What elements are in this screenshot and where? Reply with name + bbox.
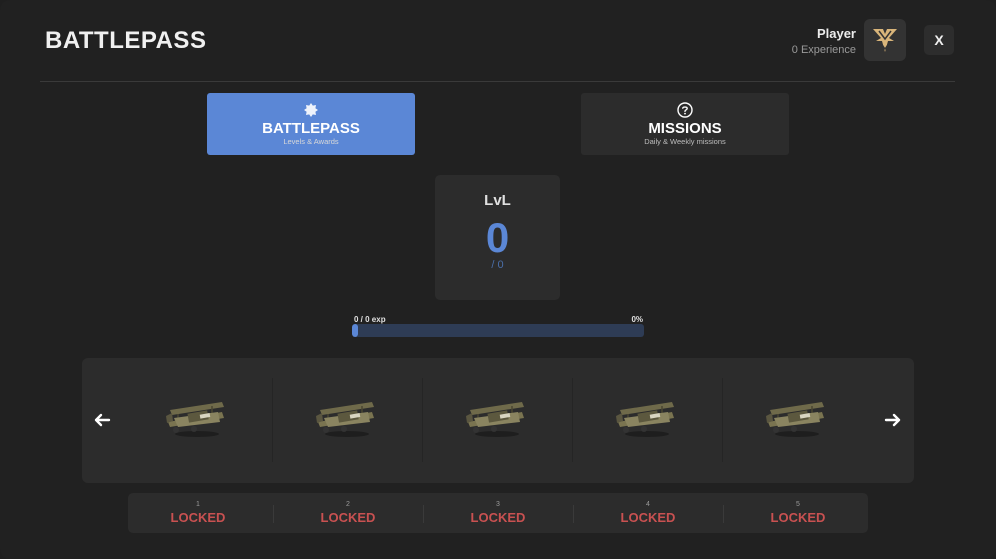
progress-bar [352, 324, 644, 337]
reward-item[interactable] [272, 378, 422, 462]
badge-icon [304, 103, 318, 118]
player-name: Player [816, 26, 856, 41]
reward-item[interactable] [422, 378, 572, 462]
biplane-icon [464, 396, 530, 445]
reward-level-number: 5 [796, 501, 800, 508]
emblem-icon [873, 29, 897, 52]
tab-battlepass-label: BATTLEPASS [262, 119, 360, 137]
question-circle-icon [677, 102, 693, 118]
reward-status: 1 LOCKED [123, 493, 273, 533]
tab-missions-label: MISSIONS [648, 119, 722, 137]
reward-level-number: 4 [646, 501, 650, 508]
progress-bar-fill [352, 324, 358, 337]
reward-level-number: 3 [496, 501, 500, 508]
level-card: LvL 0 / 0 [435, 175, 560, 300]
level-sub: / 0 [491, 259, 504, 271]
close-button[interactable]: X [924, 25, 954, 55]
arrow-left-icon[interactable] [90, 408, 114, 432]
player-info: Player 0 Experience [792, 26, 856, 56]
tab-missions-sub: Daily & Weekly missions [644, 136, 726, 146]
reward-locked-label: LOCKED [620, 510, 676, 525]
reward-status: 4 LOCKED [573, 493, 723, 533]
biplane-icon [164, 396, 230, 445]
page-title: BATTLEPASS [45, 27, 207, 54]
header-divider [40, 81, 955, 82]
biplane-icon [614, 396, 680, 445]
reward-status: 5 LOCKED [723, 493, 873, 533]
arrow-right-icon[interactable] [881, 408, 905, 432]
reward-locked-label: LOCKED [320, 510, 376, 525]
reward-item[interactable] [572, 378, 722, 462]
level-value: 0 [485, 214, 510, 261]
reward-status: 3 LOCKED [423, 493, 573, 533]
reward-level-number: 2 [346, 501, 350, 508]
reward-status: 2 LOCKED [273, 493, 423, 533]
level-label: LvL [484, 192, 511, 209]
tab-battlepass[interactable]: BATTLEPASS Levels & Awards [207, 93, 415, 155]
avatar[interactable] [864, 19, 906, 61]
tab-missions[interactable]: MISSIONS Daily & Weekly missions [581, 93, 789, 155]
reward-item[interactable] [122, 378, 272, 462]
biplane-icon [314, 396, 380, 445]
player-experience: 0 Experience [791, 44, 856, 56]
biplane-icon [764, 396, 830, 445]
rewards-status-bar: 1 LOCKED 2 LOCKED 3 LOCKED 4 LOCKED 5 LOCKED [128, 493, 868, 533]
reward-level-number: 1 [196, 501, 200, 508]
reward-locked-label: LOCKED [470, 510, 526, 525]
battlepass-window: BATTLEPASS Player 0 Experience X BATTLEP… [0, 0, 996, 559]
rewards-carousel [82, 358, 914, 483]
reward-locked-label: LOCKED [170, 510, 226, 525]
reward-item[interactable] [722, 378, 872, 462]
tab-battlepass-sub: Levels & Awards [283, 136, 339, 146]
reward-locked-label: LOCKED [770, 510, 826, 525]
progress-percent-text: 0% [631, 315, 643, 324]
progress-exp-text: 0 / 0 exp [354, 315, 386, 324]
